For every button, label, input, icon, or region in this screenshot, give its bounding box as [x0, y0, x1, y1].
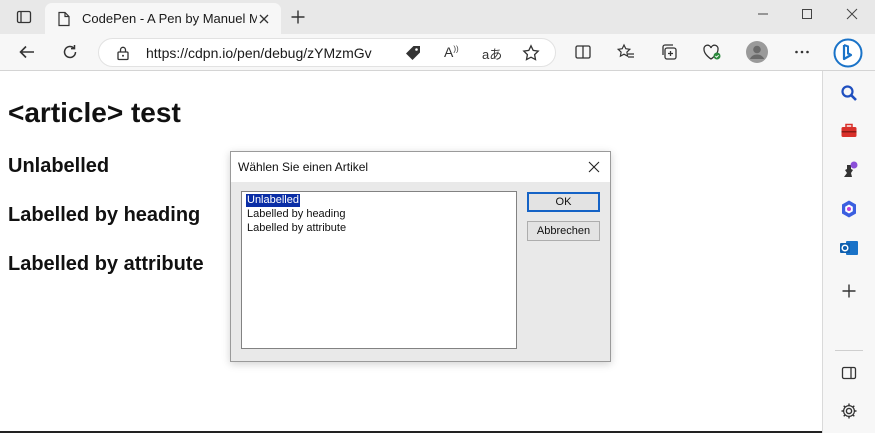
office-icon[interactable] — [837, 197, 861, 221]
favorite-star-icon[interactable] — [522, 44, 540, 67]
translate-icon[interactable]: aあ — [482, 44, 502, 63]
tools-icon[interactable] — [837, 119, 861, 143]
list-item[interactable]: Labelled by attribute — [246, 222, 347, 235]
section-heading-unlabelled: Unlabelled — [8, 155, 110, 177]
avatar[interactable] — [745, 40, 769, 64]
refresh-icon[interactable] — [58, 40, 82, 64]
ok-button[interactable]: OK — [527, 192, 600, 212]
browser-toolbar: https://cdpn.io/pen/debug/zYMzmGv A)) aあ — [0, 34, 875, 71]
maximize-icon[interactable] — [795, 2, 819, 26]
favorites-icon[interactable] — [614, 40, 638, 64]
close-tab-icon[interactable] — [258, 12, 270, 30]
outlook-icon[interactable] — [837, 236, 861, 260]
dialog-titlebar: Wählen Sie einen Artikel — [231, 152, 610, 182]
article-listbox[interactable]: Unlabelled Labelled by heading Labelled … — [241, 191, 517, 349]
dialog-close-icon[interactable] — [583, 157, 605, 177]
sidebar-divider — [835, 350, 863, 351]
minimize-icon[interactable] — [751, 2, 775, 26]
bing-chat-icon[interactable] — [832, 37, 864, 69]
url-text[interactable]: https://cdpn.io/pen/debug/zYMzmGv — [146, 45, 372, 61]
section-heading-labelled-by-attribute: Labelled by attribute — [8, 253, 204, 275]
collections-icon[interactable] — [657, 40, 681, 64]
lock-icon[interactable] — [116, 45, 130, 66]
address-bar[interactable]: https://cdpn.io/pen/debug/zYMzmGv A)) aあ — [98, 38, 556, 67]
new-tab-icon[interactable] — [286, 5, 310, 29]
dialog-title: Wählen Sie einen Artikel — [238, 160, 369, 174]
page-icon — [57, 11, 71, 32]
browser-tab[interactable]: CodePen - A Pen by Manuel Matuzović — [45, 3, 281, 34]
section-heading-labelled-by-heading: Labelled by heading — [8, 204, 201, 226]
split-screen-icon[interactable] — [571, 40, 595, 64]
more-menu-icon[interactable] — [790, 40, 814, 64]
select-article-dialog: Wählen Sie einen Artikel Unlabelled Labe… — [230, 151, 611, 362]
hide-sidebar-icon[interactable] — [837, 361, 861, 385]
games-icon[interactable] — [837, 158, 861, 182]
tab-actions-icon[interactable] — [12, 5, 36, 29]
read-aloud-icon[interactable]: A)) — [444, 44, 459, 60]
page-title: <article> test — [8, 97, 181, 128]
edge-sidebar — [822, 71, 875, 433]
coupon-tag-icon[interactable] — [404, 44, 422, 67]
back-icon[interactable] — [15, 40, 39, 64]
tab-strip: CodePen - A Pen by Manuel Matuzović — [0, 0, 875, 34]
browser-essentials-icon[interactable] — [700, 40, 724, 64]
search-icon[interactable] — [837, 81, 861, 105]
add-icon[interactable] — [837, 279, 861, 303]
list-item[interactable]: Labelled by heading — [246, 208, 346, 221]
close-window-icon[interactable] — [840, 2, 864, 26]
cancel-button[interactable]: Abbrechen — [527, 221, 600, 241]
settings-gear-icon[interactable] — [837, 399, 861, 423]
list-item[interactable]: Unlabelled — [245, 193, 301, 208]
tab-title: CodePen - A Pen by Manuel Matuzović — [82, 11, 257, 26]
